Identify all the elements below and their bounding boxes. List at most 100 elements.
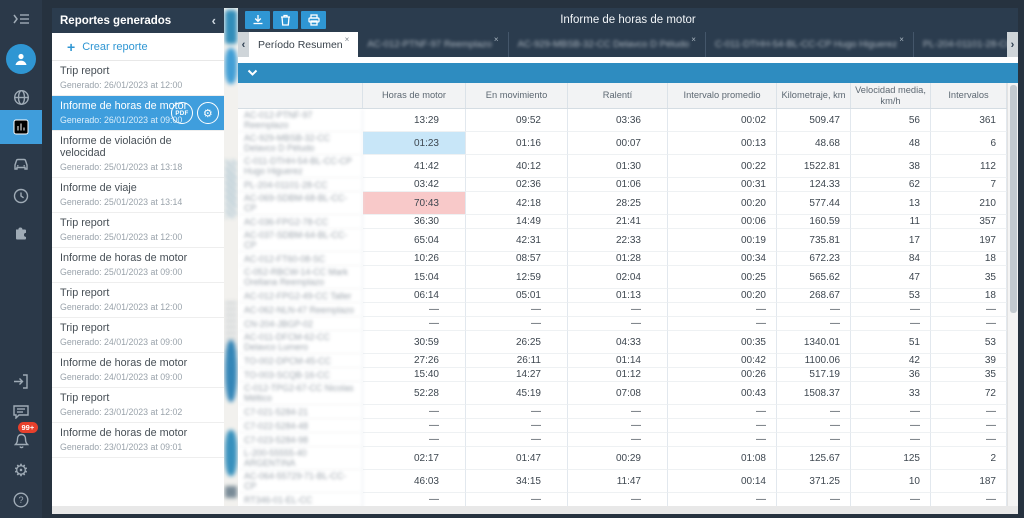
- vertical-scrollbar[interactable]: [1007, 83, 1018, 506]
- value-cell: 09:52: [466, 109, 568, 132]
- report-list-item[interactable]: Informe de violación de velocidadGenerad…: [52, 131, 224, 178]
- value-cell: 1522.81: [777, 155, 851, 178]
- notifications-bell-icon[interactable]: 99+: [0, 428, 42, 454]
- value-cell: 15:40: [363, 368, 466, 382]
- tab-close-icon[interactable]: ×: [899, 35, 904, 44]
- table-row[interactable]: C-011-DTHH-54-BL-CC-CP Hugo Higuerez41:4…: [238, 155, 1007, 178]
- report-list-item[interactable]: Trip reportGenerado: 26/01/2023 at 12:00: [52, 61, 224, 96]
- report-item-generated: Generado: 24/01/2023 at 09:00: [60, 372, 216, 382]
- sidebar-item-reports[interactable]: [0, 110, 42, 144]
- table-row[interactable]: AC-012-PTNF-97 Reemplazo13:2909:5203:360…: [238, 109, 1007, 132]
- report-list-item[interactable]: Informe de horas de motorGenerado: 23/01…: [52, 423, 224, 458]
- unit-name-cell: AC-012-FT60-08-SC: [238, 252, 363, 266]
- delete-button[interactable]: [273, 11, 298, 29]
- table-row[interactable]: CN-204-JBGP-02———————: [238, 317, 1007, 331]
- apps-puzzle-icon[interactable]: [0, 220, 42, 246]
- tab-list: Período Resumen×AC-012-PTNF-97 Reemplazo…: [249, 32, 1007, 57]
- table-row[interactable]: PL-204-01101-28-CC03:4202:3601:0600:3112…: [238, 178, 1007, 192]
- value-cell: 1508.37: [777, 382, 851, 405]
- unit-name-cell: AC-062-NLN-47 Reemplazo: [238, 303, 363, 317]
- value-cell: 18: [931, 252, 1007, 266]
- pdf-export-button[interactable]: PDF: [171, 102, 193, 124]
- report-window: Informe de horas de motor ‹ Período Resu…: [238, 8, 1018, 506]
- table-row[interactable]: C7-022-5284-48———————: [238, 419, 1007, 433]
- table-row[interactable]: AC-929-MBSB-32-CC Delavco D Péludo01:230…: [238, 132, 1007, 155]
- value-cell: 01:06: [568, 178, 668, 192]
- value-cell: 35: [931, 266, 1007, 289]
- tabs-scroll-left-icon[interactable]: ‹: [238, 32, 249, 57]
- user-avatar-icon[interactable]: [6, 44, 36, 74]
- table-row[interactable]: AC-069-SDBM-68-BL-CC-CP70:4342:1828:2500…: [238, 192, 1007, 215]
- table-row[interactable]: AC-012-FPG2-49-CC Taller06:1405:0101:130…: [238, 289, 1007, 303]
- value-cell: —: [668, 493, 777, 506]
- plus-icon: +: [67, 40, 75, 54]
- table-group-band[interactable]: [238, 63, 1018, 83]
- download-button[interactable]: [245, 11, 270, 29]
- table-row[interactable]: AC-037-SDBM-64-BL-CC-CP65:0442:3122:3300…: [238, 229, 1007, 252]
- table-row[interactable]: L-200-55555-40 ARGENTINA02:1701:4700:290…: [238, 447, 1007, 470]
- table-row[interactable]: C7-021-5284-21———————: [238, 405, 1007, 419]
- tab-close-icon[interactable]: ×: [494, 35, 499, 44]
- create-report-button[interactable]: + Crear reporte: [52, 33, 224, 61]
- unit-name-cell: C7-021-5284-21: [238, 405, 363, 419]
- report-list-item[interactable]: Trip reportGenerado: 24/01/2023 at 12:00: [52, 283, 224, 318]
- table-row[interactable]: TO-002-DPCM-45-CC27:2626:1101:1400:42110…: [238, 354, 1007, 368]
- report-item-generated: Generado: 24/01/2023 at 09:00: [60, 337, 216, 347]
- tab-close-icon[interactable]: ×: [691, 35, 696, 44]
- table-row[interactable]: C7-023-5284-98———————: [238, 433, 1007, 447]
- tab-unit-blurred[interactable]: PL-204-01101-28-CC×: [914, 32, 1007, 57]
- table-row[interactable]: AC-064-55729-71-BL-CC-CP46:0334:1511:470…: [238, 470, 1007, 493]
- time-clock-icon[interactable]: [0, 183, 42, 209]
- value-cell: 00:14: [668, 470, 777, 493]
- report-item-generated: Generado: 25/01/2023 at 09:00: [60, 267, 216, 277]
- table-row[interactable]: TO-003-SCQB-16-CC15:4014:2701:1200:26517…: [238, 368, 1007, 382]
- value-cell: 361: [931, 109, 1007, 132]
- report-list-item[interactable]: Informe de viajeGenerado: 25/01/2023 at …: [52, 178, 224, 213]
- unit-name-cell: AC-064-55729-71-BL-CC-CP: [238, 470, 363, 493]
- chat-icon[interactable]: [0, 398, 42, 424]
- panel-collapse-icon[interactable]: ‹: [212, 13, 216, 28]
- help-icon[interactable]: ?: [0, 487, 42, 513]
- column-header: Horas de motor: [363, 83, 466, 108]
- report-settings-button[interactable]: ⚙: [197, 102, 219, 124]
- value-cell: 02:04: [568, 266, 668, 289]
- scrollbar-thumb[interactable]: [1010, 85, 1017, 313]
- report-list-item[interactable]: Trip reportGenerado: 25/01/2023 at 12:00: [52, 213, 224, 248]
- value-cell: 00:20: [668, 192, 777, 215]
- table-row[interactable]: C-012-TPG2-67-CC Nicolas Méltico52:2845:…: [238, 382, 1007, 405]
- logout-icon[interactable]: [0, 368, 42, 394]
- collapse-menu-icon[interactable]: [0, 6, 42, 32]
- tab-periodo-resumen[interactable]: Período Resumen×: [249, 32, 358, 57]
- value-cell: —: [568, 405, 668, 419]
- tab-unit-blurred[interactable]: AC-012-PTNF-97 Reemplazo×: [358, 32, 508, 57]
- table-row[interactable]: AC-011-DFCM-62-CC Delavco Lumero30:5926:…: [238, 331, 1007, 354]
- report-title: Informe de horas de motor: [238, 14, 1018, 26]
- report-window-header: Informe de horas de motor: [238, 8, 1018, 32]
- value-cell: 00:22: [668, 155, 777, 178]
- notification-badge: 99+: [18, 422, 38, 433]
- print-button[interactable]: [301, 11, 326, 29]
- report-list-item[interactable]: Trip reportGenerado: 24/01/2023 at 09:00: [52, 318, 224, 353]
- tabs-scroll-right-icon[interactable]: ›: [1007, 32, 1018, 57]
- globe-icon[interactable]: [0, 84, 42, 110]
- table-row[interactable]: RT346-01-EL-CC———————: [238, 493, 1007, 506]
- settings-gear-icon[interactable]: ⚙: [0, 457, 42, 483]
- value-cell: —: [851, 303, 931, 317]
- table-row[interactable]: C-052-RBCW-14-CC Mark Orellana Reemplazo…: [238, 266, 1007, 289]
- report-list-item[interactable]: Informe de horas de motorGenerado: 26/01…: [52, 96, 224, 131]
- report-list-item[interactable]: Trip reportGenerado: 23/01/2023 at 12:02: [52, 388, 224, 423]
- value-cell: 01:23: [363, 132, 466, 155]
- tab-unit-blurred[interactable]: C-011-DTHH-54-BL-CC-CP Hugo Higuerez×: [706, 32, 914, 57]
- table-row[interactable]: AC-036-FPG2-78-CC36:3014:4921:4100:06160…: [238, 215, 1007, 229]
- units-car-icon[interactable]: [0, 150, 42, 176]
- value-cell: —: [568, 317, 668, 331]
- report-list-item[interactable]: Informe de horas de motorGenerado: 24/01…: [52, 353, 224, 388]
- table-row[interactable]: AC-012-FT60-08-SC10:2608:5701:2800:34672…: [238, 252, 1007, 266]
- value-cell: —: [466, 433, 568, 447]
- value-cell: 268.67: [777, 289, 851, 303]
- table-row[interactable]: AC-062-NLN-47 Reemplazo———————: [238, 303, 1007, 317]
- tab-close-icon[interactable]: ×: [345, 35, 350, 44]
- value-cell: 56: [851, 109, 931, 132]
- tab-unit-blurred[interactable]: AC-929-MBSB-32-CC Delavco D Péludo×: [509, 32, 706, 57]
- report-list-item[interactable]: Informe de horas de motorGenerado: 25/01…: [52, 248, 224, 283]
